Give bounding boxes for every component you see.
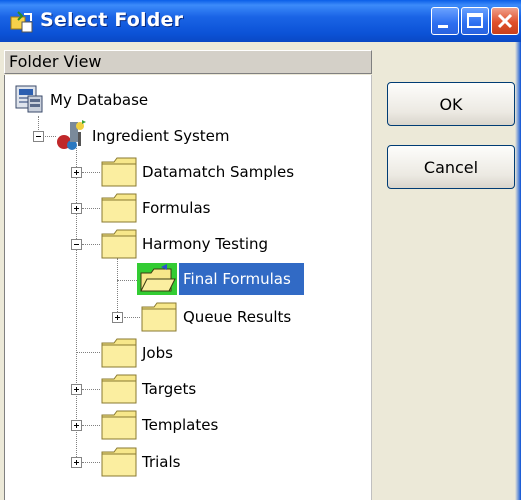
tree-line xyxy=(82,172,100,174)
tree-root-label[interactable]: My Database xyxy=(50,91,148,109)
tree-line xyxy=(82,244,100,246)
title-bar[interactable]: Select Folder xyxy=(0,0,521,42)
window-border xyxy=(515,42,521,500)
expand-toggle[interactable] xyxy=(112,312,123,323)
folder-icon xyxy=(101,447,137,477)
folder-icon xyxy=(101,374,137,404)
ok-button[interactable]: OK xyxy=(387,82,515,126)
tree-item-label[interactable]: Jobs xyxy=(142,344,173,362)
maximize-button[interactable] xyxy=(461,7,489,35)
tree-line xyxy=(82,208,100,210)
expand-toggle[interactable] xyxy=(71,203,82,214)
tree-line xyxy=(117,258,119,318)
close-icon xyxy=(497,13,513,29)
tree-item-selected[interactable]: Final Formulas xyxy=(179,263,304,295)
folder-icon xyxy=(101,157,137,187)
tree-line xyxy=(82,462,100,464)
database-icon xyxy=(15,85,43,113)
folder-icon xyxy=(101,193,137,223)
ingredient-system-icon xyxy=(57,120,86,150)
tree-line xyxy=(124,317,140,319)
tree-system-label[interactable]: Ingredient System xyxy=(92,127,230,145)
tree-item-label[interactable]: Templates xyxy=(142,416,218,434)
folder-view-header: Folder View xyxy=(4,50,372,74)
app-folder-icon xyxy=(10,11,33,33)
tree-item-label[interactable]: Trials xyxy=(142,453,180,471)
close-button[interactable] xyxy=(491,7,519,35)
tree-item-label[interactable]: Queue Results xyxy=(183,308,291,326)
maximize-icon xyxy=(467,13,483,28)
expand-toggle[interactable] xyxy=(71,420,82,431)
minimize-button[interactable] xyxy=(431,7,459,35)
tree-item-label[interactable]: Targets xyxy=(142,380,196,398)
expand-toggle[interactable] xyxy=(71,457,82,468)
tree-line xyxy=(82,425,100,427)
folder-icon xyxy=(141,302,177,332)
expand-toggle[interactable] xyxy=(71,384,82,395)
tree-line xyxy=(117,280,137,282)
tree-item-label[interactable]: Datamatch Samples xyxy=(142,163,294,181)
folder-icon xyxy=(101,410,137,440)
tree-item-label[interactable]: Harmony Testing xyxy=(142,235,268,253)
collapse-toggle[interactable] xyxy=(33,131,44,142)
folder-icon xyxy=(101,229,137,259)
tree-line xyxy=(82,389,100,391)
open-folder-icon xyxy=(137,263,177,295)
folder-icon xyxy=(101,338,137,368)
tree-line xyxy=(76,148,78,463)
folder-view-header-label: Folder View xyxy=(9,52,102,71)
tree-item-label[interactable]: Formulas xyxy=(142,199,210,217)
expand-toggle[interactable] xyxy=(71,167,82,178)
collapse-toggle[interactable] xyxy=(71,239,82,250)
minimize-icon xyxy=(438,25,448,28)
tree-line xyxy=(76,352,100,354)
window-title: Select Folder xyxy=(40,9,184,31)
cancel-button[interactable]: Cancel xyxy=(387,145,515,189)
